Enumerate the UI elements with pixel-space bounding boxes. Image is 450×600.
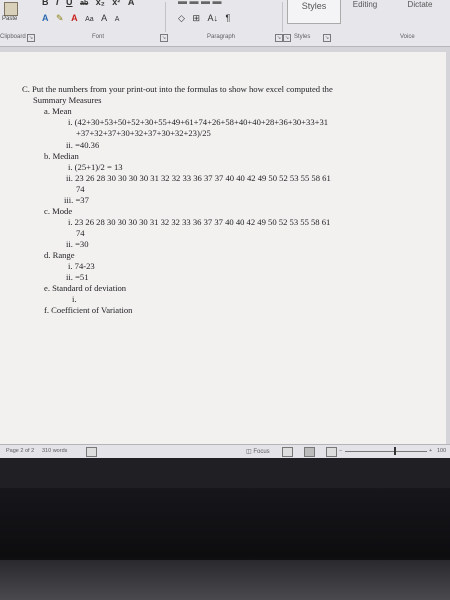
underline-button[interactable]: U (66, 0, 73, 7)
paragraph-row: ◇ ⊞ A↓ ¶ (178, 13, 235, 24)
item-range: d. Range (44, 250, 75, 260)
styles-gallery-button[interactable]: Styles (287, 0, 341, 24)
highlight-button[interactable]: ✎ (56, 13, 64, 24)
borders-button[interactable]: ⊞ (192, 13, 200, 24)
clipboard-launcher-icon[interactable]: ↘ (27, 34, 35, 42)
document-canvas: C. Put the numbers from your print-out i… (0, 47, 450, 444)
mean-result: ii. =40.36 (66, 140, 100, 150)
item-mode: c. Mode (44, 206, 73, 216)
zoom-slider[interactable] (345, 451, 427, 452)
font-color-button[interactable]: A (71, 13, 78, 23)
item-median: b. Median (44, 151, 79, 161)
taskbar (0, 458, 450, 488)
clipboard-icon (4, 2, 18, 16)
question-line-cont: Summary Measures (33, 95, 102, 105)
focus-button[interactable]: ◫ Focus (246, 448, 270, 455)
text-effects-button-2[interactable]: A (42, 13, 49, 23)
mean-formula-cont: +37+32+37+30+32+37+30+32+23)/25 (76, 128, 211, 138)
read-mode-icon[interactable] (282, 447, 293, 457)
ribbon-group-labels: Clipboard ↘ Font ↘ Paragraph ↘ ↘ Styles … (0, 33, 450, 46)
paragraph-row-top: ▬ ▬ ▬ ▬ (178, 0, 222, 6)
ribbon-divider (165, 2, 166, 32)
item-coefficient-of-variation: f. Coefficient of Variation (44, 305, 133, 315)
page-counter[interactable]: Page 2 of 2 (6, 448, 34, 454)
ribbon: Paste B I U ab x₂ x² A A ✎ A Aa A A ▬ ▬ … (0, 0, 450, 47)
font-row-1: B I U ab x₂ x² A (42, 0, 139, 7)
median-position: i. (25+1)/2 = 13 (68, 162, 123, 172)
strikethrough-button[interactable]: ab (80, 0, 88, 7)
zoom-out-icon[interactable]: − (339, 448, 342, 454)
group-label-styles: Styles (294, 34, 311, 40)
font-row-2: A ✎ A Aa A A (42, 13, 124, 24)
word-count[interactable]: 310 words (42, 448, 67, 454)
zoom-in-icon[interactable]: + (429, 448, 432, 454)
group-label-voice: Voice (400, 34, 415, 40)
median-result: iii. =37 (64, 195, 89, 205)
font-launcher-icon[interactable]: ↘ (160, 34, 168, 42)
median-sorted-values: ii. 23 26 28 30 30 30 30 31 32 32 33 36 … (66, 173, 331, 183)
editing-button[interactable]: Editing (345, 0, 385, 22)
range-formula: i. 74-23 (68, 261, 95, 271)
group-label-paragraph: Paragraph (207, 34, 236, 40)
italic-button[interactable]: I (56, 0, 59, 7)
document-page[interactable]: C. Put the numbers from your print-out i… (0, 52, 446, 444)
item-mean: a. Mean (44, 106, 72, 116)
shading-button[interactable]: ◇ (178, 13, 185, 24)
change-case-button[interactable]: Aa (85, 16, 94, 23)
median-sorted-values-cont: 74 (76, 184, 85, 194)
zoom-level[interactable]: 100 (437, 448, 446, 454)
sort-button[interactable]: A↓ (208, 13, 219, 23)
mode-sorted-values: i. 23 26 28 30 30 30 30 31 32 32 33 36 3… (68, 217, 331, 227)
group-label-clipboard: Clipboard (0, 34, 26, 40)
mode-sorted-values-cont: 74 (76, 228, 85, 238)
paragraph-launcher-icon[interactable]: ↘ (275, 34, 283, 42)
text-effects-button[interactable]: A (128, 0, 135, 7)
proofing-icon[interactable] (86, 447, 97, 457)
shrink-font-button[interactable]: A (115, 16, 120, 23)
dictate-button[interactable]: Dictate (395, 0, 445, 22)
ribbon-divider (282, 2, 283, 32)
styles-pane-icon[interactable]: ↘ (283, 34, 291, 42)
group-label-font: Font (92, 34, 105, 40)
subscript-button[interactable]: x₂ (96, 0, 105, 7)
status-bar: Page 2 of 2 310 words ◫ Focus − + 100 (0, 444, 450, 459)
mean-formula: i. (42+30+53+50+52+30+55+49+61+74+26+58+… (68, 117, 329, 127)
print-layout-icon[interactable] (304, 447, 315, 457)
monitor-screen: Paste B I U ab x₂ x² A A ✎ A Aa A A ▬ ▬ … (0, 0, 450, 488)
web-layout-icon[interactable] (326, 447, 337, 457)
item-standard-deviation: e. Standard of deviation (44, 283, 127, 293)
bold-button[interactable]: B (42, 0, 49, 7)
desk-surface (0, 560, 450, 600)
mode-result: ii. =30 (66, 239, 89, 249)
question-line: C. Put the numbers from your print-out i… (22, 84, 333, 94)
grow-font-button[interactable]: A (101, 13, 107, 23)
standard-deviation-blank: i. (72, 294, 77, 304)
superscript-button[interactable]: x² (112, 0, 120, 7)
range-result: ii. =51 (66, 272, 89, 282)
paste-button[interactable]: Paste (0, 0, 22, 32)
styles-launcher-icon[interactable]: ↘ (323, 34, 331, 42)
zoom-slider-thumb[interactable] (394, 447, 396, 455)
show-marks-button[interactable]: ¶ (226, 13, 231, 23)
